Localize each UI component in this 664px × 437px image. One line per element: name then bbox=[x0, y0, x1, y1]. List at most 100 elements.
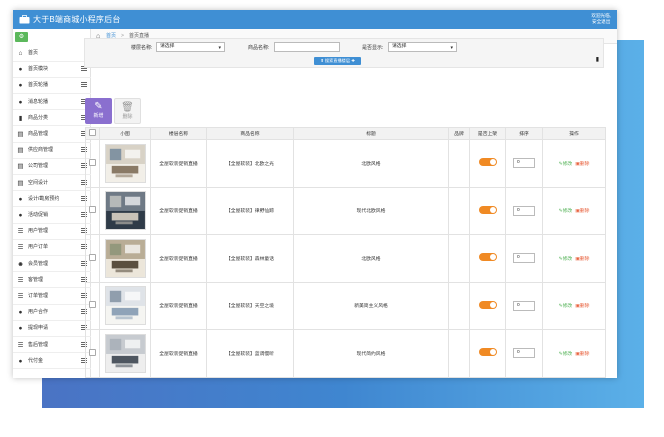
on-shelf-toggle[interactable] bbox=[478, 158, 497, 167]
row-checkbox[interactable] bbox=[89, 348, 96, 356]
sidebar-item-label: 订单管理 bbox=[28, 293, 49, 299]
table-row[interactable]: 全屋软装促销直播 【全屋软装】森林童话 北欧风格 0 ✎修改 ▣删除 bbox=[85, 234, 606, 283]
edit-link[interactable]: ✎修改 bbox=[559, 162, 573, 167]
table-row[interactable]: 全屋软装促销直播 【全屋软装】蓝调慢听 现代简约风格 0 ✎修改 ▣删除 bbox=[85, 329, 606, 378]
app-title: 大于B端商城小程序后台 bbox=[33, 15, 121, 24]
title-cell: 北欧风格 bbox=[293, 234, 449, 283]
sidebar-item-label: 活动促销 bbox=[28, 212, 49, 218]
home-icon: ⌂ bbox=[18, 50, 23, 57]
sidebar-item[interactable]: ● 消息轮播 bbox=[13, 95, 91, 111]
sidebar-item[interactable]: ☰ 售后管理 bbox=[13, 338, 91, 354]
row-select-cell[interactable] bbox=[85, 234, 100, 283]
row-checkbox[interactable] bbox=[89, 158, 96, 166]
sidebar-item-label: 会员管理 bbox=[28, 260, 49, 267]
row-select-cell[interactable] bbox=[85, 329, 100, 378]
trash-icon: 🗑 bbox=[121, 102, 134, 113]
sidebar-item[interactable]: ▤ 供应商管理 bbox=[13, 143, 91, 159]
document-icon: ▤ bbox=[17, 131, 24, 138]
select-all-cell[interactable] bbox=[85, 127, 100, 140]
delete-button[interactable]: 🗑 删除 bbox=[114, 98, 141, 124]
room-thumbnail[interactable] bbox=[104, 333, 146, 373]
on-shelf-toggle[interactable] bbox=[478, 205, 497, 214]
document-icon: ▤ bbox=[17, 163, 24, 171]
sidebar-item[interactable]: ● 活动促销 bbox=[13, 208, 91, 224]
room-thumbnail[interactable] bbox=[104, 238, 146, 278]
sort-input[interactable]: 0 bbox=[513, 300, 535, 311]
sidebar-item[interactable]: ● 首页模块 bbox=[13, 62, 91, 78]
sidebar-item[interactable]: ● 首页轮播 bbox=[13, 78, 91, 94]
edit-link[interactable]: ✎修改 bbox=[559, 209, 573, 214]
search-button[interactable]: ⬆ 搜索直播楼层 ✚ bbox=[314, 57, 361, 65]
sidebar-item[interactable]: ● 用户合作 bbox=[13, 305, 91, 321]
select-all-checkbox[interactable] bbox=[89, 129, 96, 136]
sidebar-item[interactable]: ▤ 商品管理 bbox=[13, 127, 91, 143]
header-thumb: 小图 bbox=[99, 127, 151, 140]
sort-input[interactable]: 0 bbox=[513, 205, 535, 216]
on-shelf-toggle[interactable] bbox=[478, 300, 497, 309]
product-label: 商品名称: bbox=[248, 45, 270, 51]
row-select-cell[interactable] bbox=[85, 139, 100, 188]
sidebar-item[interactable]: ● 代付金 bbox=[13, 354, 91, 370]
delete-link[interactable]: ▣删除 bbox=[575, 162, 589, 167]
table-row[interactable]: 全屋软装促销直播 【全屋软装】北欧之光 北欧风格 0 ✎修改 ▣删除 bbox=[85, 139, 606, 188]
sidebar-item-label: 用户合作 bbox=[28, 309, 49, 316]
edit-link[interactable]: ✎修改 bbox=[559, 304, 573, 309]
user-menu[interactable]: 欢迎光临, 安全退出 bbox=[591, 13, 611, 25]
room-thumbnail[interactable] bbox=[104, 286, 146, 326]
product-cell: 【全屋软装】天空之境 bbox=[206, 281, 294, 330]
show-select[interactable]: 请选择 ▾ bbox=[388, 42, 457, 52]
sidebar-item[interactable]: ☻ 会员管理 bbox=[13, 257, 91, 273]
sort-input[interactable]: 0 bbox=[513, 348, 535, 359]
row-checkbox[interactable] bbox=[89, 206, 96, 214]
sidebar: ⚙ ⌂ 首页 ● 首页模块 ● 首页轮播 ● 消息轮播 ▮ 商品分类 ▤ 商品管理 ▤ 供应商管理 ▤ 公司管… bbox=[13, 29, 91, 378]
sidebar-item[interactable]: ☰ 用户管理 bbox=[13, 224, 91, 240]
row-checkbox[interactable] bbox=[89, 253, 96, 261]
sidebar-item[interactable]: ▮ 商品分类 bbox=[13, 111, 91, 127]
header-title: 标题 bbox=[293, 127, 449, 140]
sidebar-item[interactable]: ▤ 公司管理 bbox=[13, 159, 91, 175]
show-label: 是否显示: bbox=[362, 45, 384, 51]
add-button[interactable]: ✎ 新增 bbox=[85, 98, 112, 124]
table-row[interactable]: 全屋软装促销直播 【全屋软装】天空之境 新美简主义风格 0 ✎修改 ▣删除 bbox=[85, 281, 606, 330]
edit-link[interactable]: ✎修改 bbox=[559, 352, 573, 357]
globe-icon: ● bbox=[18, 357, 23, 365]
on-shelf-toggle[interactable] bbox=[478, 348, 497, 357]
thumb-cell bbox=[99, 139, 151, 188]
edit-link[interactable]: ✎修改 bbox=[559, 257, 573, 262]
sidebar-item[interactable]: ☰ 用户订单 bbox=[13, 240, 91, 256]
sidebar-item-label: 首页模块 bbox=[28, 66, 49, 73]
sidebar-item[interactable]: ▤ 空间设计 bbox=[13, 176, 91, 192]
sidebar-item[interactable]: ☰ 客管理 bbox=[13, 273, 91, 289]
row-checkbox[interactable] bbox=[89, 301, 96, 309]
room-thumbnail[interactable] bbox=[104, 191, 146, 231]
on-shelf-cell bbox=[469, 281, 506, 330]
sidebar-item[interactable]: ☰ 订单管理 bbox=[13, 289, 91, 305]
product-input[interactable] bbox=[274, 42, 340, 52]
dashboard-shortcut-button[interactable]: ⚙ bbox=[15, 32, 28, 42]
sort-cell: 0 bbox=[505, 281, 543, 330]
table-row[interactable]: 全屋软装促销直播 【全屋软装】律野仙踪 现代北欧风格 0 ✎修改 ▣删除 bbox=[85, 186, 606, 235]
list-icon: ☰ bbox=[17, 228, 24, 236]
menu-expand-icon[interactable] bbox=[81, 82, 87, 88]
on-shelf-cell bbox=[469, 186, 506, 235]
globe-icon: ● bbox=[18, 309, 23, 317]
title-cell: 现代北欧风格 bbox=[293, 186, 449, 235]
delete-link[interactable]: ▣删除 bbox=[575, 209, 589, 214]
sort-input[interactable]: 0 bbox=[513, 253, 535, 264]
sidebar-item[interactable]: ● 设计/勘房预约 bbox=[13, 192, 91, 208]
delete-link[interactable]: ▣删除 bbox=[575, 257, 589, 262]
logout-link[interactable]: 安全退出 bbox=[591, 19, 611, 25]
brand-cell bbox=[448, 186, 470, 235]
floor-select[interactable]: 请选择 ▾ bbox=[156, 42, 225, 52]
row-select-cell[interactable] bbox=[85, 186, 100, 235]
delete-link[interactable]: ▣删除 bbox=[575, 304, 589, 309]
sort-input[interactable]: 0 bbox=[513, 158, 535, 169]
row-select-cell[interactable] bbox=[85, 281, 100, 330]
globe-icon: ● bbox=[18, 98, 23, 106]
sidebar-item[interactable]: ⌂ 首页 bbox=[13, 46, 91, 62]
delete-link[interactable]: ▣删除 bbox=[575, 352, 589, 357]
bookmark-icon[interactable]: ▮ bbox=[596, 56, 599, 63]
room-thumbnail[interactable] bbox=[104, 143, 146, 183]
on-shelf-toggle[interactable] bbox=[478, 253, 497, 262]
sidebar-item[interactable]: ● 提现申请 bbox=[13, 321, 91, 337]
